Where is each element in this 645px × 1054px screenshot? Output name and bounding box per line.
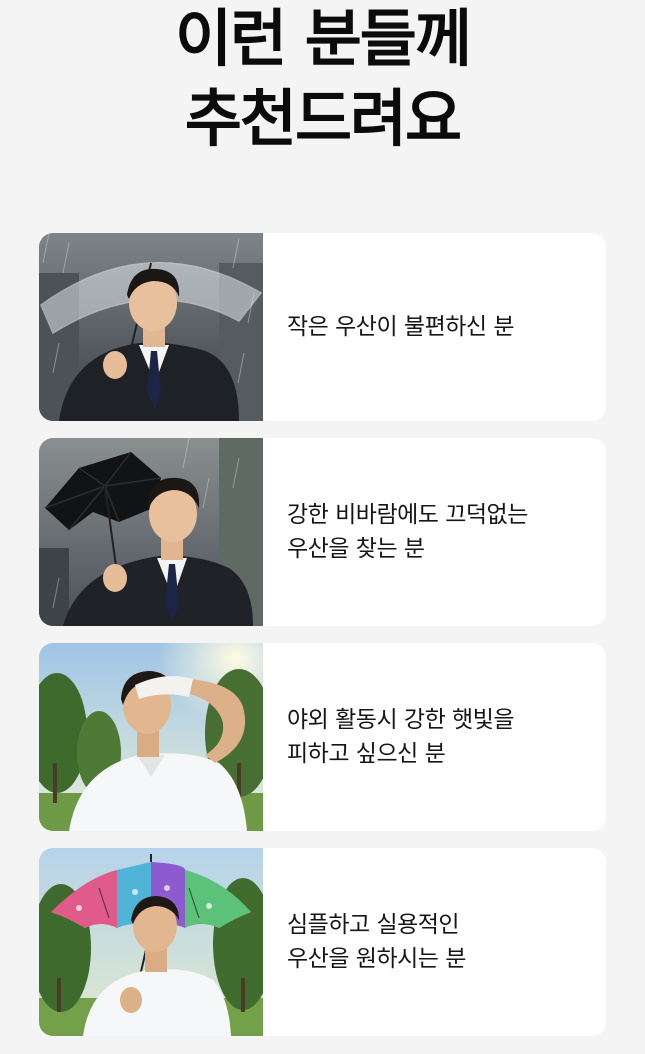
card-text: 강한 비바람에도 끄덕없는 우산을 찾는 분 (263, 438, 606, 626)
card-line: 야외 활동시 강한 햇빛을 (287, 707, 515, 733)
recommendation-card-2: 강한 비바람에도 끄덕없는 우산을 찾는 분 (39, 438, 606, 626)
card-line: 우산을 원하시는 분 (287, 946, 466, 972)
card-text: 작은 우산이 불편하신 분 (263, 233, 606, 421)
card-line: 강한 비바람에도 끄덕없는 (287, 502, 528, 528)
card-line: 작은 우산이 불편하신 분 (287, 314, 515, 340)
heading-line-1: 이런 분들께 (175, 2, 472, 75)
man-clear-umbrella-rain-icon (39, 233, 263, 421)
page-heading: 이런 분들께 추천드려요 (0, 0, 645, 168)
card-text: 야외 활동시 강한 햇빛을 피하고 싶으신 분 (263, 643, 606, 831)
man-patterned-umbrella-park-icon (39, 848, 263, 1036)
recommendation-card-4: 심플하고 실용적인 우산을 원하시는 분 (39, 848, 606, 1036)
card-line: 피하고 싶으신 분 (287, 741, 446, 767)
card-line: 심플하고 실용적인 (287, 912, 460, 938)
card-line: 우산을 찾는 분 (287, 536, 425, 562)
card-text: 심플하고 실용적인 우산을 원하시는 분 (263, 848, 606, 1036)
heading-line-2: 추천드려요 (184, 82, 462, 155)
recommendation-card-1: 작은 우산이 불편하신 분 (39, 233, 606, 421)
recommendation-card-3: 야외 활동시 강한 햇빛을 피하고 싶으신 분 (39, 643, 606, 831)
man-shading-eyes-sun-icon (39, 643, 263, 831)
man-broken-umbrella-wind-icon (39, 438, 263, 626)
